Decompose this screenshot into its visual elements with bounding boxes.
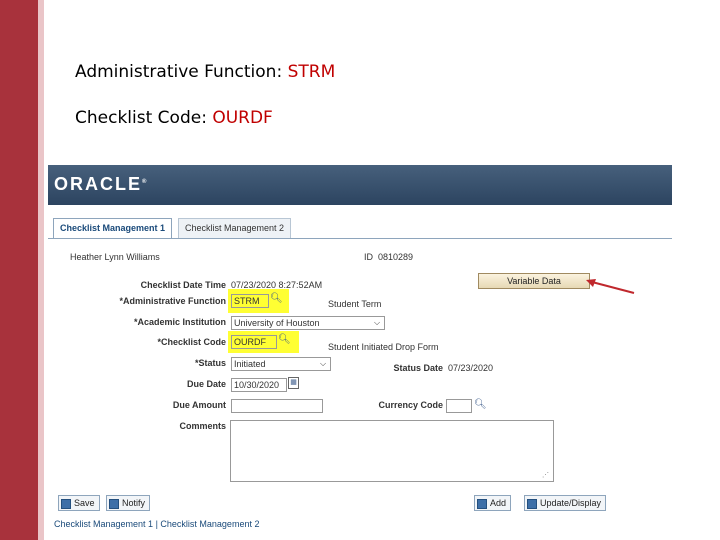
- due-amount-label: Due Amount: [172, 400, 226, 410]
- notify-button[interactable]: Notify: [106, 495, 151, 511]
- chevron-down-icon: ⌵: [374, 318, 381, 327]
- checklist-code-label: *Checklist Code: [157, 337, 226, 347]
- notify-button-label: Notify: [122, 498, 146, 508]
- slide-line-admin-function-label: Administrative Function:: [75, 62, 288, 82]
- tab-bar: Checklist Management 1 Checklist Managem…: [48, 205, 672, 238]
- bottom-tab-links: Checklist Management 1 | Checklist Manag…: [54, 519, 259, 529]
- due-date-field[interactable]: 10/30/2020: [231, 378, 287, 392]
- id-value: 0810289: [378, 252, 414, 262]
- oracle-logo-text: ORACLE: [54, 174, 142, 194]
- save-button[interactable]: Save: [58, 495, 100, 511]
- tab-divider: [48, 238, 672, 239]
- checklist-code-field[interactable]: OURDF: [231, 335, 277, 349]
- slide-line-admin-function-value: STRM: [287, 62, 336, 82]
- person-name: Heather Lynn Williams: [70, 252, 160, 262]
- update-display-button[interactable]: Update/Display: [524, 495, 607, 511]
- checklist-code-lookup-icon[interactable]: 🔍︎: [278, 334, 291, 345]
- admin-function-description: Student Term: [328, 299, 382, 309]
- bottom-link-checklist-management-1[interactable]: Checklist Management 1: [54, 519, 153, 529]
- add-icon: [477, 498, 487, 509]
- calendar-icon[interactable]: ▦: [288, 377, 299, 389]
- slide-line-admin-function: Administrative Function: STRM: [75, 62, 335, 82]
- save-button-label: Save: [74, 498, 95, 508]
- trademark-symbol: ®: [142, 179, 147, 185]
- tab-checklist-management-1[interactable]: Checklist Management 1: [53, 218, 173, 238]
- checklist-datetime-label: Checklist Date Time: [140, 280, 226, 290]
- slide-line-checklist-code: Checklist Code: OURDF: [75, 108, 273, 128]
- save-icon: [61, 498, 71, 509]
- chevron-down-icon: ⌵: [320, 359, 327, 368]
- currency-code-field[interactable]: [446, 399, 472, 413]
- oracle-header-bar: ORACLE®: [48, 165, 672, 205]
- comments-label: Comments: [179, 421, 226, 431]
- academic-institution-select[interactable]: University of Houston: [231, 316, 385, 330]
- status-date-label: Status Date: [393, 363, 443, 373]
- slide-line-checklist-code-label: Checklist Code:: [75, 108, 213, 128]
- id-label: ID: [364, 252, 373, 262]
- checklist-code-description: Student Initiated Drop Form: [328, 342, 439, 352]
- slide-accent-shadow: [38, 0, 44, 540]
- due-amount-field[interactable]: [231, 399, 323, 413]
- variable-data-button[interactable]: Variable Data: [478, 273, 590, 289]
- bottom-link-checklist-management-2[interactable]: Checklist Management 2: [160, 519, 259, 529]
- comments-textarea[interactable]: [230, 420, 554, 482]
- add-button[interactable]: Add: [474, 495, 512, 511]
- oracle-logo: ORACLE®: [54, 174, 146, 195]
- status-select[interactable]: Initiated: [231, 357, 331, 371]
- update-display-icon: [527, 498, 537, 509]
- admin-function-label: *Administrative Function: [119, 296, 226, 306]
- screenshot-frame: ORACLE® Checklist Management 1 Checklist…: [48, 165, 672, 540]
- academic-institution-label: *Academic Institution: [133, 317, 226, 327]
- slide-accent-bar: [0, 0, 38, 540]
- status-label: *Status: [194, 358, 226, 368]
- annotation-arrow: [586, 279, 635, 294]
- currency-code-lookup-icon[interactable]: 🔍︎: [474, 399, 487, 410]
- notify-icon: [109, 498, 119, 509]
- slide-line-checklist-code-value: OURDF: [212, 108, 273, 128]
- resize-grip-icon[interactable]: ⋰: [542, 471, 549, 479]
- admin-function-lookup-icon[interactable]: 🔍︎: [270, 293, 283, 304]
- add-button-label: Add: [490, 498, 507, 508]
- currency-code-label: Currency Code: [378, 400, 443, 410]
- admin-function-field[interactable]: STRM: [231, 294, 269, 308]
- tab-checklist-management-2[interactable]: Checklist Management 2: [178, 218, 292, 238]
- due-date-label: Due Date: [186, 379, 226, 389]
- status-date-value: 07/23/2020: [448, 363, 494, 373]
- update-display-button-label: Update/Display: [540, 498, 602, 508]
